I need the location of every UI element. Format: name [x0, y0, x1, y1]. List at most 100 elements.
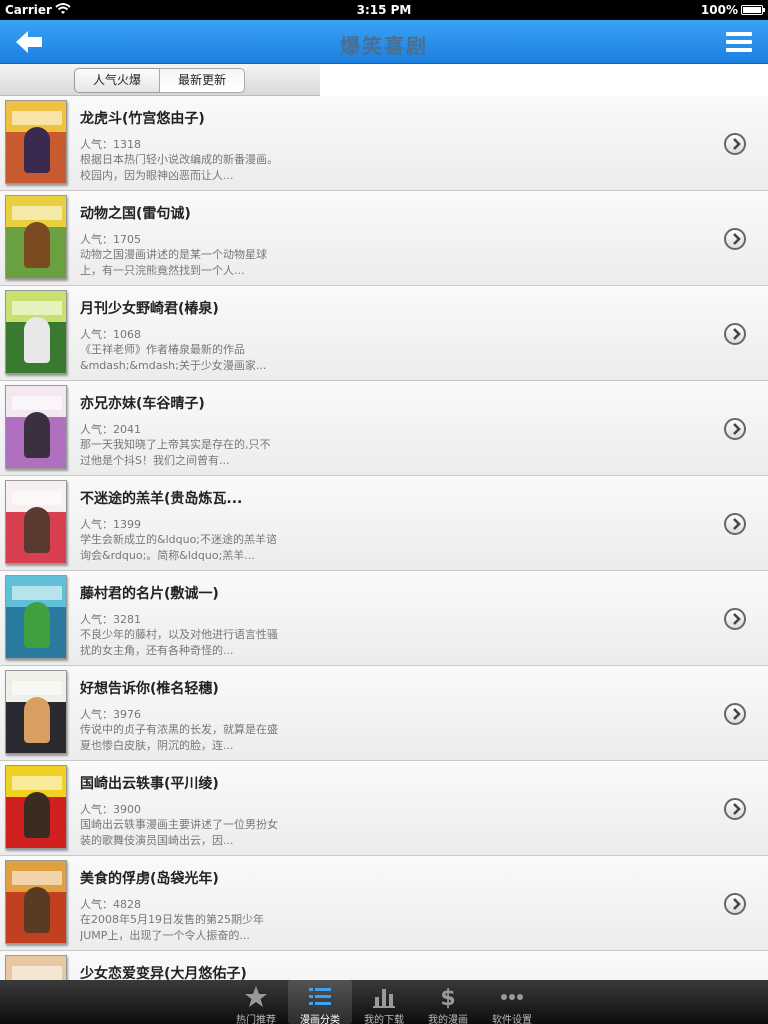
- popularity: 人气：1318: [80, 136, 141, 152]
- detail-disclosure-icon[interactable]: [724, 513, 746, 535]
- list-item[interactable]: 动物之国(雷句诚) 人气：1705 动物之国漫画讲述的是某一个动物星球上，有一只浣熊…: [0, 191, 768, 286]
- popularity: 人气：3976: [80, 706, 141, 722]
- popularity-label: 人气：: [80, 708, 113, 721]
- comic-description: 动物之国漫画讲述的是某一个动物星球上，有一只浣熊竟然找到一个人...: [80, 248, 267, 277]
- clock: 3:15 PM: [356, 3, 412, 17]
- segmented-control: 人气火爆 最新更新: [0, 64, 320, 96]
- list-item[interactable]: 美食的俘虏(岛袋光年) 人气：4828 在2008年5月19日发售的第25期少年JU…: [0, 856, 768, 951]
- detail-disclosure-icon[interactable]: [724, 323, 746, 345]
- comic-cover: [5, 290, 67, 374]
- popularity-label: 人气：: [80, 613, 113, 626]
- tab-my-comics[interactable]: $ 我的漫画: [416, 980, 480, 1024]
- detail-disclosure-icon[interactable]: [724, 798, 746, 820]
- tab-settings[interactable]: 软件设置: [480, 980, 544, 1024]
- tab-label: 我的下载: [364, 1015, 404, 1024]
- popularity-value: 3281: [113, 613, 141, 626]
- dollar-icon: $: [440, 986, 455, 1009]
- comic-cover: [5, 575, 67, 659]
- comic-description: 在2008年5月19日发售的第25期少年JUMP上，出现了一个令人振奋的...: [80, 913, 264, 942]
- list-item[interactable]: 龙虎斗(竹宫悠由子) 人气：1318 根据日本热门轻小说改编成的新番漫画。校园内，因…: [0, 96, 768, 191]
- tab-label: 我的漫画: [428, 1015, 468, 1024]
- nav-bar: 爆笑喜剧: [0, 20, 768, 64]
- popularity: 人气：3900: [80, 801, 141, 817]
- list-icon: [309, 988, 331, 1005]
- app-root: Carrier 3:15 PM 100% 爆笑喜剧 人气火爆 最新更新 龙虎斗(…: [0, 0, 768, 1024]
- popularity-label: 人气：: [80, 138, 113, 151]
- comic-cover: [5, 955, 67, 980]
- popularity-value: 1318: [113, 138, 141, 151]
- popularity-value: 4828: [113, 898, 141, 911]
- popularity-value: 1068: [113, 328, 141, 341]
- detail-disclosure-icon[interactable]: [724, 703, 746, 725]
- popularity: 人气：3281: [80, 611, 141, 627]
- tab-categories[interactable]: 漫画分类: [288, 980, 352, 1024]
- segment-popular[interactable]: 人气火爆: [74, 68, 160, 93]
- comic-description: 那一天我知晓了上帝其实是存在的,只不过他是个抖S！我们之间曾有...: [80, 438, 271, 467]
- popularity-label: 人气：: [80, 518, 113, 531]
- popularity: 人气：1705: [80, 231, 141, 247]
- detail-disclosure-icon[interactable]: [724, 228, 746, 250]
- comic-title: 藤村君的名片(敷诚一): [80, 586, 219, 602]
- comic-title: 不迷途的羔羊(贵岛炼瓦...: [80, 491, 243, 507]
- comic-list: 龙虎斗(竹宫悠由子) 人气：1318 根据日本热门轻小说改编成的新番漫画。校园内，因…: [0, 96, 768, 980]
- comic-description: 国崎出云轶事漫画主要讲述了一位男扮女装的歌舞伎演员国崎出云，因...: [80, 818, 278, 847]
- comic-description: 《王祥老师》作者椿泉最新的作品&mdash;&mdash;关于少女漫画家...: [80, 343, 267, 372]
- comic-title: 少女恋爱变异(大月悠佑子): [80, 966, 247, 980]
- comic-cover: [5, 860, 67, 944]
- detail-disclosure-icon[interactable]: [724, 133, 746, 155]
- bar-chart-icon: [373, 989, 395, 1008]
- list-item[interactable]: 亦兄亦妹(车谷晴子) 人气：2041 那一天我知晓了上帝其实是存在的,只不过他是个抖…: [0, 381, 768, 476]
- list-item[interactable]: 藤村君的名片(敷诚一) 人气：3281 不良少年的藤村，以及对他进行语言性骚扰的女主…: [0, 571, 768, 666]
- comic-cover: [5, 480, 67, 564]
- tab-label: 软件设置: [492, 1015, 532, 1024]
- detail-disclosure-icon[interactable]: [724, 418, 746, 440]
- segment-latest[interactable]: 最新更新: [159, 68, 245, 93]
- popularity-value: 1399: [113, 518, 141, 531]
- more-icon: [501, 994, 523, 1000]
- detail-disclosure-icon[interactable]: [724, 608, 746, 630]
- popularity: 人气：1399: [80, 516, 141, 532]
- popularity-label: 人气：: [80, 233, 113, 246]
- comic-title: 好想告诉你(椎名轻穗): [80, 681, 219, 697]
- tab-label: 热门推荐: [236, 1015, 276, 1024]
- list-item[interactable]: 好想告诉你(椎名轻穗) 人气：3976 传说中的贞子有浓黑的长发，就算是在盛夏也惨白…: [0, 666, 768, 761]
- page-title: 爆笑喜剧: [340, 34, 428, 58]
- popularity: 人气：1068: [80, 326, 141, 342]
- tab-bar: 热门推荐 漫画分类 我的下载 $ 我的漫画 软件设置: [0, 980, 768, 1024]
- comic-cover: [5, 670, 67, 754]
- tab-hot[interactable]: 热门推荐: [224, 980, 288, 1024]
- popularity-value: 3976: [113, 708, 141, 721]
- comic-cover: [5, 100, 67, 184]
- comic-title: 龙虎斗(竹宫悠由子): [80, 111, 205, 127]
- comic-title: 动物之国(雷句诚): [80, 206, 191, 222]
- popularity-label: 人气：: [80, 423, 113, 436]
- comic-cover: [5, 385, 67, 469]
- svg-text:$: $: [440, 986, 455, 1009]
- comic-description: 传说中的贞子有浓黑的长发，就算是在盛夏也惨白皮肤，阴沉的脸，连...: [80, 723, 278, 752]
- popularity-value: 2041: [113, 423, 141, 436]
- list-item[interactable]: 不迷途的羔羊(贵岛炼瓦... 人气：1399 学生会新成立的&ldquo;不迷途的羔…: [0, 476, 768, 571]
- comic-cover: [5, 195, 67, 279]
- menu-icon[interactable]: [726, 32, 752, 52]
- list-item[interactable]: 国崎出云轶事(平川绫) 人气：3900 国崎出云轶事漫画主要讲述了一位男扮女装的歌舞…: [0, 761, 768, 856]
- comic-description: 不良少年的藤村，以及对他进行语言性骚扰的女主角，还有各种奇怪的...: [80, 628, 278, 657]
- tab-label: 漫画分类: [300, 1015, 340, 1024]
- tab-downloads[interactable]: 我的下载: [352, 980, 416, 1024]
- popularity-label: 人气：: [80, 328, 113, 341]
- battery-percent: 100%: [700, 3, 738, 17]
- battery-icon: [741, 5, 765, 15]
- comic-title: 美食的俘虏(岛袋光年): [80, 871, 219, 887]
- comic-description: 学生会新成立的&ldquo;不迷途的羔羊谘询会&rdquo;。简称&ldquo;…: [80, 533, 278, 562]
- comic-cover: [5, 765, 67, 849]
- comic-title: 亦兄亦妹(车谷晴子): [80, 396, 205, 412]
- popularity-label: 人气：: [80, 898, 113, 911]
- comic-title: 月刊少女野崎君(椿泉): [80, 301, 219, 317]
- list-item[interactable]: 少女恋爱变异(大月悠佑子): [0, 951, 768, 980]
- comic-title: 国崎出云轶事(平川绫): [80, 776, 219, 792]
- star-icon: [245, 986, 267, 1007]
- popularity-label: 人气：: [80, 803, 113, 816]
- list-item[interactable]: 月刊少女野崎君(椿泉) 人气：1068 《王祥老师》作者椿泉最新的作品&mdash;…: [0, 286, 768, 381]
- comic-description: 根据日本热门轻小说改编成的新番漫画。校园内，因为眼神凶恶而让人...: [80, 153, 278, 182]
- popularity-value: 3900: [113, 803, 141, 816]
- detail-disclosure-icon[interactable]: [724, 893, 746, 915]
